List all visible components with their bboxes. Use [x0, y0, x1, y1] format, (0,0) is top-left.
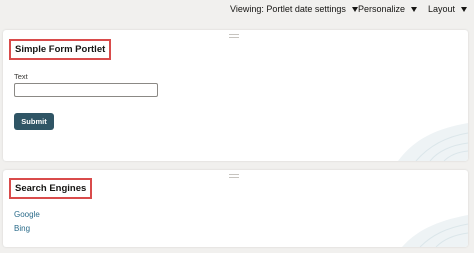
google-link[interactable]: Google: [14, 210, 40, 219]
personalize-menu-label: Personalize: [358, 4, 406, 14]
layout-menu-label: Layout: [428, 4, 456, 14]
search-engines-portlet: Search Engines Google Bing: [3, 170, 468, 247]
drag-handle-icon[interactable]: [229, 174, 239, 178]
personalize-menu[interactable]: Personalize: [358, 3, 418, 15]
drag-handle-icon[interactable]: [229, 34, 239, 38]
text-input[interactable]: [14, 83, 158, 97]
decorative-pattern: [398, 123, 468, 161]
viewing-menu-label: Viewing: Portlet date settings: [230, 4, 346, 14]
portlet-title: Search Engines: [9, 178, 93, 199]
caret-down-icon: [351, 6, 358, 12]
decorative-pattern: [402, 215, 468, 247]
layout-menu[interactable]: Layout: [428, 3, 468, 15]
caret-down-icon: [461, 6, 468, 12]
text-field-label: Text: [14, 72, 28, 81]
caret-down-icon: [411, 6, 418, 12]
viewing-menu[interactable]: Viewing: Portlet date settings: [230, 3, 358, 15]
top-toolbar: Viewing: Portlet date settings Personali…: [0, 0, 474, 20]
portlet-title: Simple Form Portlet: [9, 39, 112, 60]
simple-form-portlet: Simple Form Portlet Text Submit: [3, 30, 468, 161]
submit-button[interactable]: Submit: [14, 113, 54, 130]
bing-link[interactable]: Bing: [14, 224, 30, 233]
